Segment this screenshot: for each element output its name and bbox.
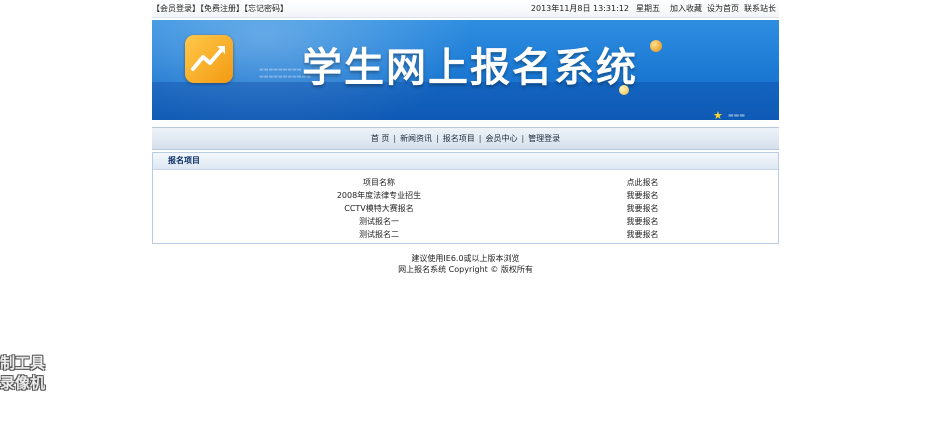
star-icon: ★ bbox=[713, 109, 723, 120]
contact-admin-link[interactable]: 联系站长 bbox=[744, 4, 776, 13]
weekday-text: 星期五 bbox=[636, 4, 660, 13]
banner-decor-mark: ▬▬▬ bbox=[728, 112, 746, 119]
table-row: 测试报名一 我要报名 bbox=[153, 215, 778, 228]
system-title: 学生网上报名系统 bbox=[302, 45, 638, 91]
table-header-row: 项目名称 点此报名 bbox=[153, 176, 778, 189]
panel-title: 报名项目 bbox=[153, 153, 778, 170]
header-project-name: 项目名称 bbox=[363, 178, 395, 187]
nav-item-home[interactable]: 首 页 bbox=[368, 134, 393, 143]
recorder-watermark: 制工具 录像机 bbox=[0, 353, 45, 393]
account-links: 【会员登录】【免费注册】【忘记密码】 bbox=[152, 0, 288, 17]
watermark-line: 制工具 bbox=[0, 354, 46, 372]
award-icon bbox=[619, 85, 629, 95]
signup-link[interactable]: 我要报名 bbox=[627, 230, 659, 239]
chart-logo-icon bbox=[185, 35, 233, 83]
project-name: 测试报名二 bbox=[359, 230, 399, 239]
register-link[interactable]: 【免费注册】 bbox=[200, 4, 244, 13]
project-name: 测试报名一 bbox=[359, 217, 399, 226]
forgot-password-link[interactable]: 【忘记密码】 bbox=[244, 4, 288, 13]
projects-table: 项目名称 点此报名 2008年度法律专业招生 我要报名 CCTV模特大赛报名 我… bbox=[153, 176, 778, 241]
project-name: 2008年度法律专业招生 bbox=[336, 191, 422, 200]
top-right-info: 2013年11月8日 13:31:12 星期五 加入收藏 设为首页 联系站长 bbox=[524, 0, 776, 17]
watermark-line: 录像机 bbox=[0, 374, 46, 392]
member-login-link[interactable]: 【会员登录】 bbox=[152, 4, 200, 13]
top-bar: 【会员登录】【免费注册】【忘记密码】 2013年11月8日 13:31:12 星期… bbox=[152, 0, 779, 18]
set-homepage-link[interactable]: 设为首页 bbox=[707, 4, 739, 13]
signup-link[interactable]: 我要报名 bbox=[627, 204, 659, 213]
signup-link[interactable]: 我要报名 bbox=[627, 217, 659, 226]
nav-item-projects[interactable]: 报名项目 bbox=[440, 134, 478, 143]
signup-link[interactable]: 我要报名 bbox=[627, 191, 659, 200]
nav-item-member-center[interactable]: 会员中心 bbox=[482, 134, 520, 143]
table-row: 测试报名二 我要报名 bbox=[153, 228, 778, 241]
page-footer: 建议使用IE6.0或以上版本浏览 网上报名系统 Copyright © 版权所有 bbox=[152, 253, 779, 275]
main-nav: 首 页 | 新闻资讯 | 报名项目 | 会员中心 | 管理登录 bbox=[152, 127, 779, 150]
add-favorite-link[interactable]: 加入收藏 bbox=[670, 4, 702, 13]
datetime-text: 2013年11月8日 13:31:12 bbox=[530, 4, 629, 13]
nav-item-news[interactable]: 新闻资讯 bbox=[397, 134, 435, 143]
table-row: 2008年度法律专业招生 我要报名 bbox=[153, 189, 778, 202]
nav-item-admin-login[interactable]: 管理登录 bbox=[525, 134, 563, 143]
medal-icon bbox=[650, 40, 662, 52]
page-container: 【会员登录】【免费注册】【忘记密码】 2013年11月8日 13:31:12 星期… bbox=[152, 0, 779, 274]
project-name: CCTV模特大赛报名 bbox=[344, 204, 414, 213]
header-action: 点此报名 bbox=[626, 178, 659, 187]
table-row: CCTV模特大赛报名 我要报名 bbox=[153, 202, 778, 215]
copyright-text: 网上报名系统 Copyright © 版权所有 bbox=[398, 265, 533, 274]
browser-hint: 建议使用IE6.0或以上版本浏览 bbox=[411, 254, 520, 263]
site-banner: ▬▬▬▬▬▬▬▬▬ ▬▬▬▬▬▬▬▬▬▬▬ 学生网上报名系统 ★ ▬▬▬ bbox=[152, 20, 779, 120]
projects-panel: 报名项目 项目名称 点此报名 2008年度法律专业招生 我要报名 CCTV模特大… bbox=[152, 152, 779, 244]
